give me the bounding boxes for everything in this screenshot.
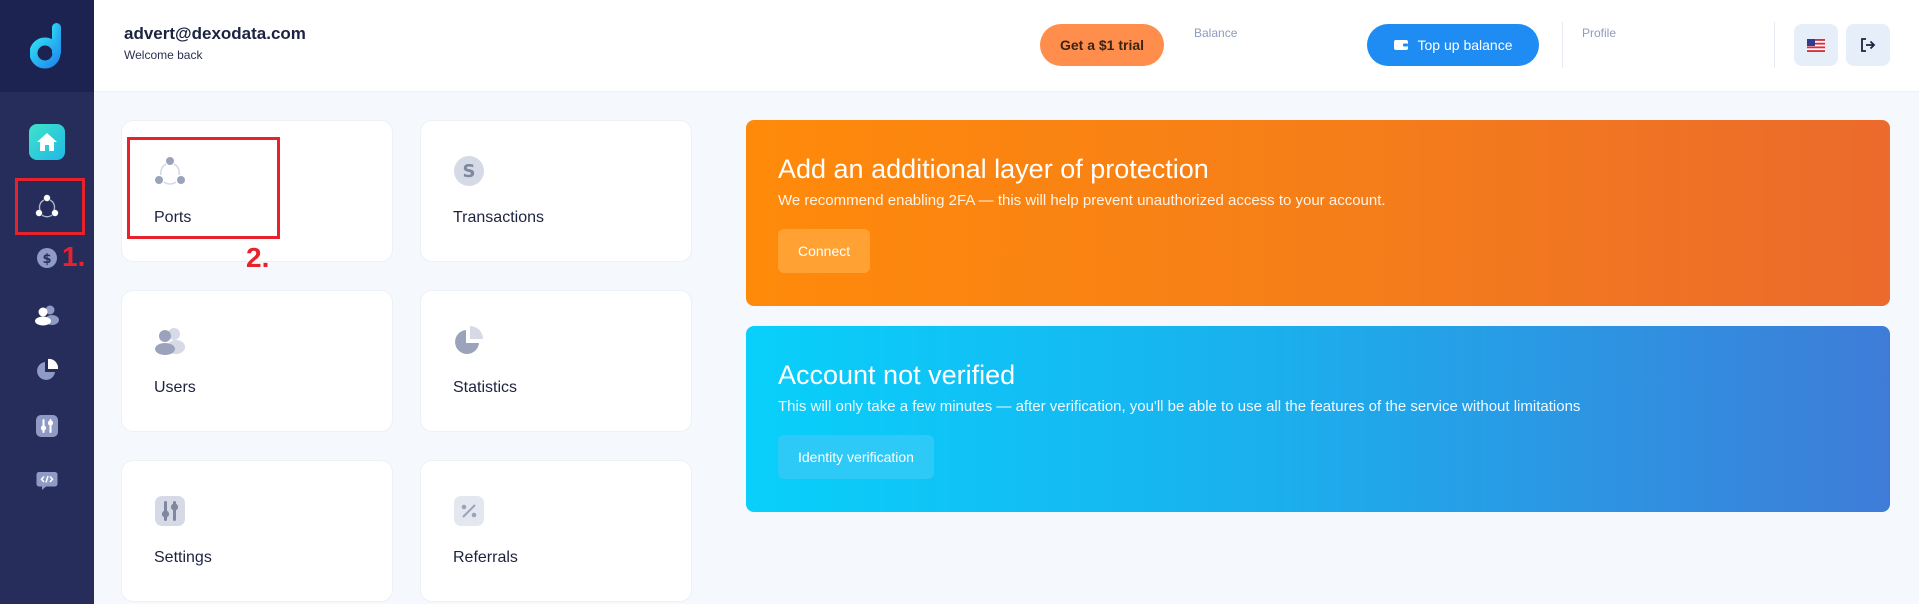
logo-area: [0, 0, 94, 92]
annotation-step-1: 1.: [62, 241, 86, 272]
tile-label: Statistics: [453, 379, 518, 396]
protection-banner: Add an additional layer of protection We…: [746, 120, 1890, 306]
verification-title: Account not verified: [778, 360, 1016, 390]
tile-label: Transactions: [453, 209, 544, 226]
header-divider: [1562, 22, 1563, 68]
settings-sliders-icon: [155, 496, 185, 526]
tile-icon: [453, 325, 485, 357]
annotation-box-ports-tile: [127, 137, 280, 239]
tile-label: Users: [154, 379, 196, 396]
topup-balance-button[interactable]: Top up balance: [1367, 24, 1539, 66]
logout-button[interactable]: [1846, 24, 1890, 66]
tile-icon: [154, 495, 186, 527]
sidebar-item-settings[interactable]: [0, 404, 94, 448]
svg-text:S: S: [463, 161, 476, 182]
home-tile: [29, 124, 65, 160]
sidebar: $: [0, 0, 94, 604]
tile-settings[interactable]: Settings: [121, 460, 393, 602]
tile-transactions[interactable]: S Transactions: [420, 120, 692, 262]
annotation-step-2: 2.: [246, 242, 270, 273]
verification-banner: Account not verified This will only take…: [746, 326, 1890, 512]
profile-label: Profile: [1582, 26, 1617, 40]
dollar-icon: $: [37, 248, 57, 268]
wallet-icon: [1393, 40, 1408, 50]
tile-icon: [453, 495, 485, 527]
pie-chart-icon: [455, 326, 483, 354]
tile-referrals[interactable]: Referrals: [420, 460, 692, 602]
header: advert@dexodata.com Welcome back Get a $…: [94, 0, 1919, 92]
api-code-icon: [36, 472, 58, 490]
tile-label: Settings: [154, 549, 212, 566]
settings-sliders-icon: [36, 415, 58, 437]
sidebar-item-home[interactable]: [0, 120, 94, 164]
tile-label: Referrals: [453, 549, 518, 566]
tile-users[interactable]: Users: [121, 290, 393, 432]
tile-icon: [154, 325, 186, 357]
tile-statistics[interactable]: Statistics: [420, 290, 692, 432]
dexodata-logo[interactable]: [30, 23, 64, 69]
header-divider: [1774, 22, 1775, 68]
dollar-icon: S: [454, 156, 484, 186]
protection-title: Add an additional layer of protection: [778, 154, 1209, 184]
user-email: advert@dexodata.com: [124, 24, 306, 43]
welcome-text: Welcome back: [124, 48, 203, 62]
balance-label: Balance: [1194, 26, 1238, 40]
percent-icon: [454, 496, 484, 526]
home-icon: [37, 133, 57, 151]
trial-button[interactable]: Get a $1 trial: [1040, 24, 1164, 66]
logout-icon: [1861, 38, 1876, 52]
tile-icon: S: [453, 155, 485, 187]
verification-text: This will only take a few minutes — afte…: [778, 398, 1581, 415]
svg-text:$: $: [42, 252, 51, 267]
connect-2fa-button[interactable]: Connect: [778, 229, 871, 273]
language-button[interactable]: [1794, 24, 1838, 66]
annotation-box-sidebar-ports: [15, 178, 85, 235]
users-icon: [155, 328, 185, 355]
protection-text: We recommend enabling 2FA — this will he…: [778, 192, 1386, 209]
sidebar-item-statistics[interactable]: [0, 348, 94, 392]
sidebar-item-users[interactable]: [0, 293, 94, 337]
pie-chart-icon: [37, 358, 59, 380]
users-icon: [35, 305, 59, 326]
us-flag-icon: [1807, 38, 1825, 52]
topup-label: Top up balance: [1417, 37, 1513, 53]
sidebar-item-api[interactable]: [0, 459, 94, 503]
identity-verification-button[interactable]: Identity verification: [778, 435, 934, 479]
